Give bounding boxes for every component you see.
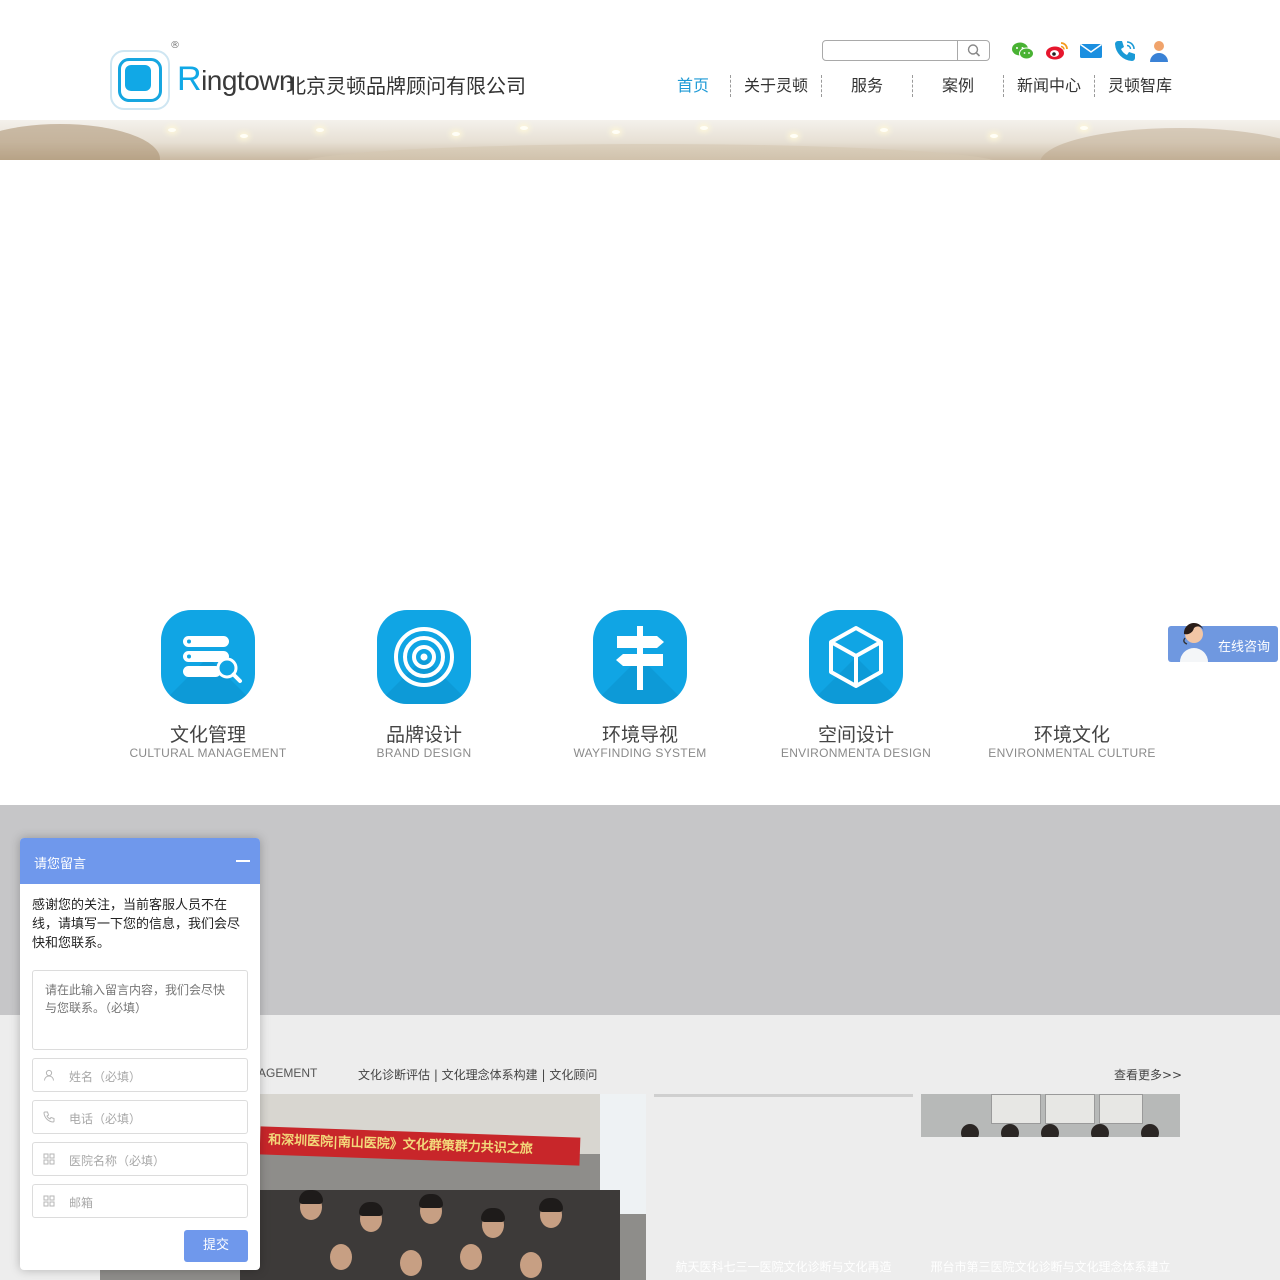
service-wayfinding[interactable]: 环境导视 WAYFINDING SYSTEM bbox=[532, 610, 748, 770]
user-icon[interactable] bbox=[1146, 38, 1172, 64]
company-name: 北京灵顿品牌顾问有限公司 bbox=[286, 74, 526, 98]
case-card[interactable]: 邢台市第三医院文化诊断与文化理念体系建立 bbox=[921, 1094, 1180, 1280]
nav-item-home[interactable]: 首页 bbox=[648, 74, 738, 98]
phone-icon[interactable] bbox=[1112, 38, 1138, 64]
online-consult-label: 在线咨询 bbox=[1218, 640, 1271, 655]
search-button[interactable] bbox=[961, 42, 987, 59]
nav-item-think-tank[interactable]: 灵顿智库 bbox=[1095, 74, 1185, 98]
phone-icon bbox=[43, 1111, 55, 1123]
service-subtitle: WAYFINDING SYSTEM bbox=[573, 746, 707, 760]
wechat-icon[interactable] bbox=[1010, 38, 1036, 64]
widget-title: 请您留言 bbox=[34, 857, 87, 872]
site-header: ® Ringtown 北京灵顿品牌顾问有限公司 首页 关于灵顿 服务 案例 新闻… bbox=[0, 0, 1280, 120]
database-search-icon bbox=[183, 636, 242, 683]
service-brand-design[interactable]: 品牌设计 BRAND DESIGN bbox=[316, 610, 532, 770]
user-icon bbox=[44, 1069, 54, 1081]
logo[interactable]: ® Ringtown 北京灵顿品牌顾问有限公司 bbox=[110, 40, 540, 110]
target-icon bbox=[394, 627, 454, 687]
search-input[interactable] bbox=[825, 42, 955, 59]
service-space-design[interactable]: 空间设计 ENVIRONMENTA DESIGN bbox=[748, 610, 964, 770]
search-icon bbox=[967, 44, 981, 57]
message-textarea[interactable] bbox=[32, 970, 248, 1050]
logo-mark bbox=[110, 50, 170, 110]
service-title: 空间设计 bbox=[817, 724, 894, 746]
name-field[interactable]: 姓名（必填） bbox=[32, 1058, 248, 1092]
section-heading-en: AGEMENT bbox=[258, 1066, 318, 1080]
grid-icon bbox=[43, 1195, 55, 1207]
customer-service-avatar-icon bbox=[1180, 622, 1208, 662]
section-sub-links[interactable]: 文化诊断评估 | 文化理念体系构建 | 文化顾问 bbox=[358, 1066, 597, 1083]
name-placeholder: 姓名（必填） bbox=[69, 1070, 142, 1084]
service-title: 环境文化 bbox=[1033, 724, 1110, 746]
nav-item-cases[interactable]: 案例 bbox=[913, 74, 1003, 98]
case-card[interactable]: 航天医科七三一医院文化诊断与文化再造 bbox=[654, 1094, 913, 1280]
service-cultural-management[interactable]: 文化管理 CULTURAL MANAGEMENT bbox=[100, 610, 316, 770]
service-subtitle: ENVIRONMENTA DESIGN bbox=[780, 746, 932, 760]
case-card-caption: 邢台市第三医院文化诊断与文化理念体系建立 bbox=[930, 1260, 1171, 1274]
submit-button[interactable]: 提交 bbox=[184, 1230, 248, 1262]
nav-item-news[interactable]: 新闻中心 bbox=[1004, 74, 1094, 98]
hospital-name-field[interactable]: 医院名称（必填） bbox=[32, 1142, 248, 1176]
registered-mark: ® bbox=[170, 40, 180, 51]
phone-field[interactable]: 电话（必填） bbox=[32, 1100, 248, 1134]
service-environmental-culture[interactable]: 环境文化 ENVIRONMENTAL CULTURE bbox=[964, 610, 1180, 770]
email-placeholder: 邮箱 bbox=[69, 1196, 94, 1210]
online-consult-button[interactable]: 在线咨询 bbox=[1168, 622, 1278, 662]
grid-icon bbox=[43, 1153, 55, 1165]
phone-placeholder: 电话（必填） bbox=[69, 1112, 142, 1126]
nav-item-about[interactable]: 关于灵顿 bbox=[731, 74, 821, 98]
cube-icon bbox=[829, 626, 883, 688]
widget-header: 请您留言 bbox=[20, 838, 260, 884]
nav-item-services[interactable]: 服务 bbox=[822, 74, 912, 98]
service-title: 文化管理 bbox=[169, 724, 246, 746]
search-box bbox=[822, 40, 990, 61]
minimize-icon[interactable] bbox=[236, 860, 250, 862]
weibo-icon[interactable] bbox=[1044, 38, 1070, 64]
logo-wordmark: Ringtown bbox=[177, 60, 295, 98]
view-more-link[interactable]: 查看更多>> bbox=[1114, 1066, 1182, 1083]
mail-icon[interactable] bbox=[1078, 38, 1104, 64]
service-title: 环境导视 bbox=[601, 724, 678, 746]
case-card-thumbnail bbox=[921, 1094, 1180, 1137]
email-field[interactable]: 邮箱 bbox=[32, 1184, 248, 1218]
hero-banner-image bbox=[0, 120, 1280, 160]
hospital-name-placeholder: 医院名称（必填） bbox=[69, 1154, 166, 1168]
service-subtitle: CULTURAL MANAGEMENT bbox=[129, 746, 287, 760]
service-subtitle: BRAND DESIGN bbox=[376, 746, 472, 760]
leave-message-widget: 请您留言 感谢您的关注，当前客服人员不在线，请填写一下您的信息，我们会尽快和您联… bbox=[20, 838, 260, 1270]
case-card-caption: 航天医科七三一医院文化诊断与文化再造 bbox=[675, 1260, 892, 1274]
service-title: 品牌设计 bbox=[385, 724, 462, 746]
service-subtitle: ENVIRONMENTAL CULTURE bbox=[988, 746, 1156, 760]
signpost-icon bbox=[616, 626, 664, 690]
widget-intro-text: 感谢您的关注，当前客服人员不在线，请填写一下您的信息，我们会尽快和您联系。 bbox=[32, 898, 241, 951]
